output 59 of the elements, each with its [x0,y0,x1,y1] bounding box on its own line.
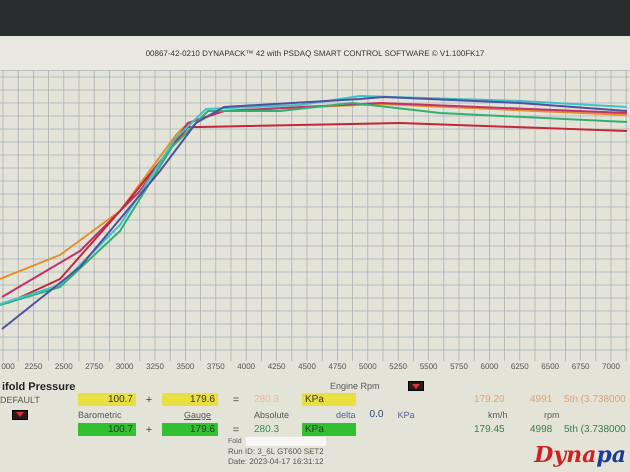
axis-tick-label: 4500 [298,362,316,371]
dropdown-arrow-icon [412,384,420,388]
axis-tick-label: 000 [1,362,15,371]
gauge-value: 179.6 [162,393,218,406]
equals-sign: = [232,424,240,436]
axis-tick-label: 2500 [54,362,73,371]
axis-tick-label: 4250 [268,362,286,371]
delta-unit: KPa [397,410,414,420]
profile-dropdown-button[interactable] [12,410,28,420]
axis-tick-label: 6750 [572,362,590,371]
unit-label: KPa [302,393,356,406]
dropdown-arrow-icon [16,412,24,417]
gear-value: 5th (3.738000 [564,424,627,435]
gauge-value: 179.6 [162,423,218,436]
delta-value: 0.0 [370,409,384,420]
run-date: Date: 2023-04-17 16:31:12 [228,457,325,466]
axis-tick-label: 5500 [420,362,438,371]
axis-tick-label: 5000 [358,362,377,371]
profile-label: DEFAULT [0,394,41,404]
speed-value: 179.20 [474,394,506,405]
speed-value: 179.45 [474,424,506,435]
section-title: ifold Pressure [1,381,76,393]
window-title: 00867-42-0210 DYNAPACK™ 42 with PSDAQ SMART CONTROL SOFTWARE © V1.100FK17 [146,48,484,58]
axis-label: Engine Rpm [330,381,380,391]
unit-label: KPa [302,423,356,436]
axis-tick-label: 4000 [237,362,256,371]
barometric-value: 100.7 [78,393,136,406]
speed-unit: km/h [487,410,509,420]
axis-tick-label: 6000 [480,362,498,371]
axis-dropdown-button[interactable] [408,381,424,391]
axis-tick-label: 4750 [328,362,346,371]
barometric-value: 100.7 [78,423,136,436]
absolute-value: 280.3 [254,394,280,405]
axis-tick-label: 2750 [85,362,104,371]
brand-logo: Dynapa [534,442,626,468]
file-field[interactable] [246,437,326,446]
rpm-value: 4991 [530,394,554,405]
delta-label: delta [336,410,356,420]
gauge-label: Gauge [183,410,212,420]
absolute-label: Absolute [254,410,290,420]
axis-tick-label: 6500 [541,362,560,371]
axis-tick-label: 6250 [510,362,529,371]
absolute-value: 280.3 [254,424,280,435]
barometric-label: Barometric [78,410,123,420]
plus-sign: + [144,394,154,406]
axis-tick-label: 5750 [450,362,468,371]
axis-tick-label: 7000 [602,362,620,371]
plus-sign: + [144,424,154,436]
axis-tick-label: 2250 [24,362,42,371]
axis-tick-label: 5250 [389,362,408,371]
axis-tick-label: 3000 [116,362,134,371]
axis-tick-label: 3500 [176,362,194,371]
axis-tick-label: 3750 [206,362,225,371]
rpm-value: 4998 [530,424,554,435]
gear-value: 5th (3.738000 [564,394,627,405]
axis-tick-label: 3250 [146,362,164,371]
rpm-unit: rpm [543,410,560,420]
run-id: Run ID: 3_6L GT600 SET2 [228,447,325,456]
equals-sign: = [232,394,240,406]
